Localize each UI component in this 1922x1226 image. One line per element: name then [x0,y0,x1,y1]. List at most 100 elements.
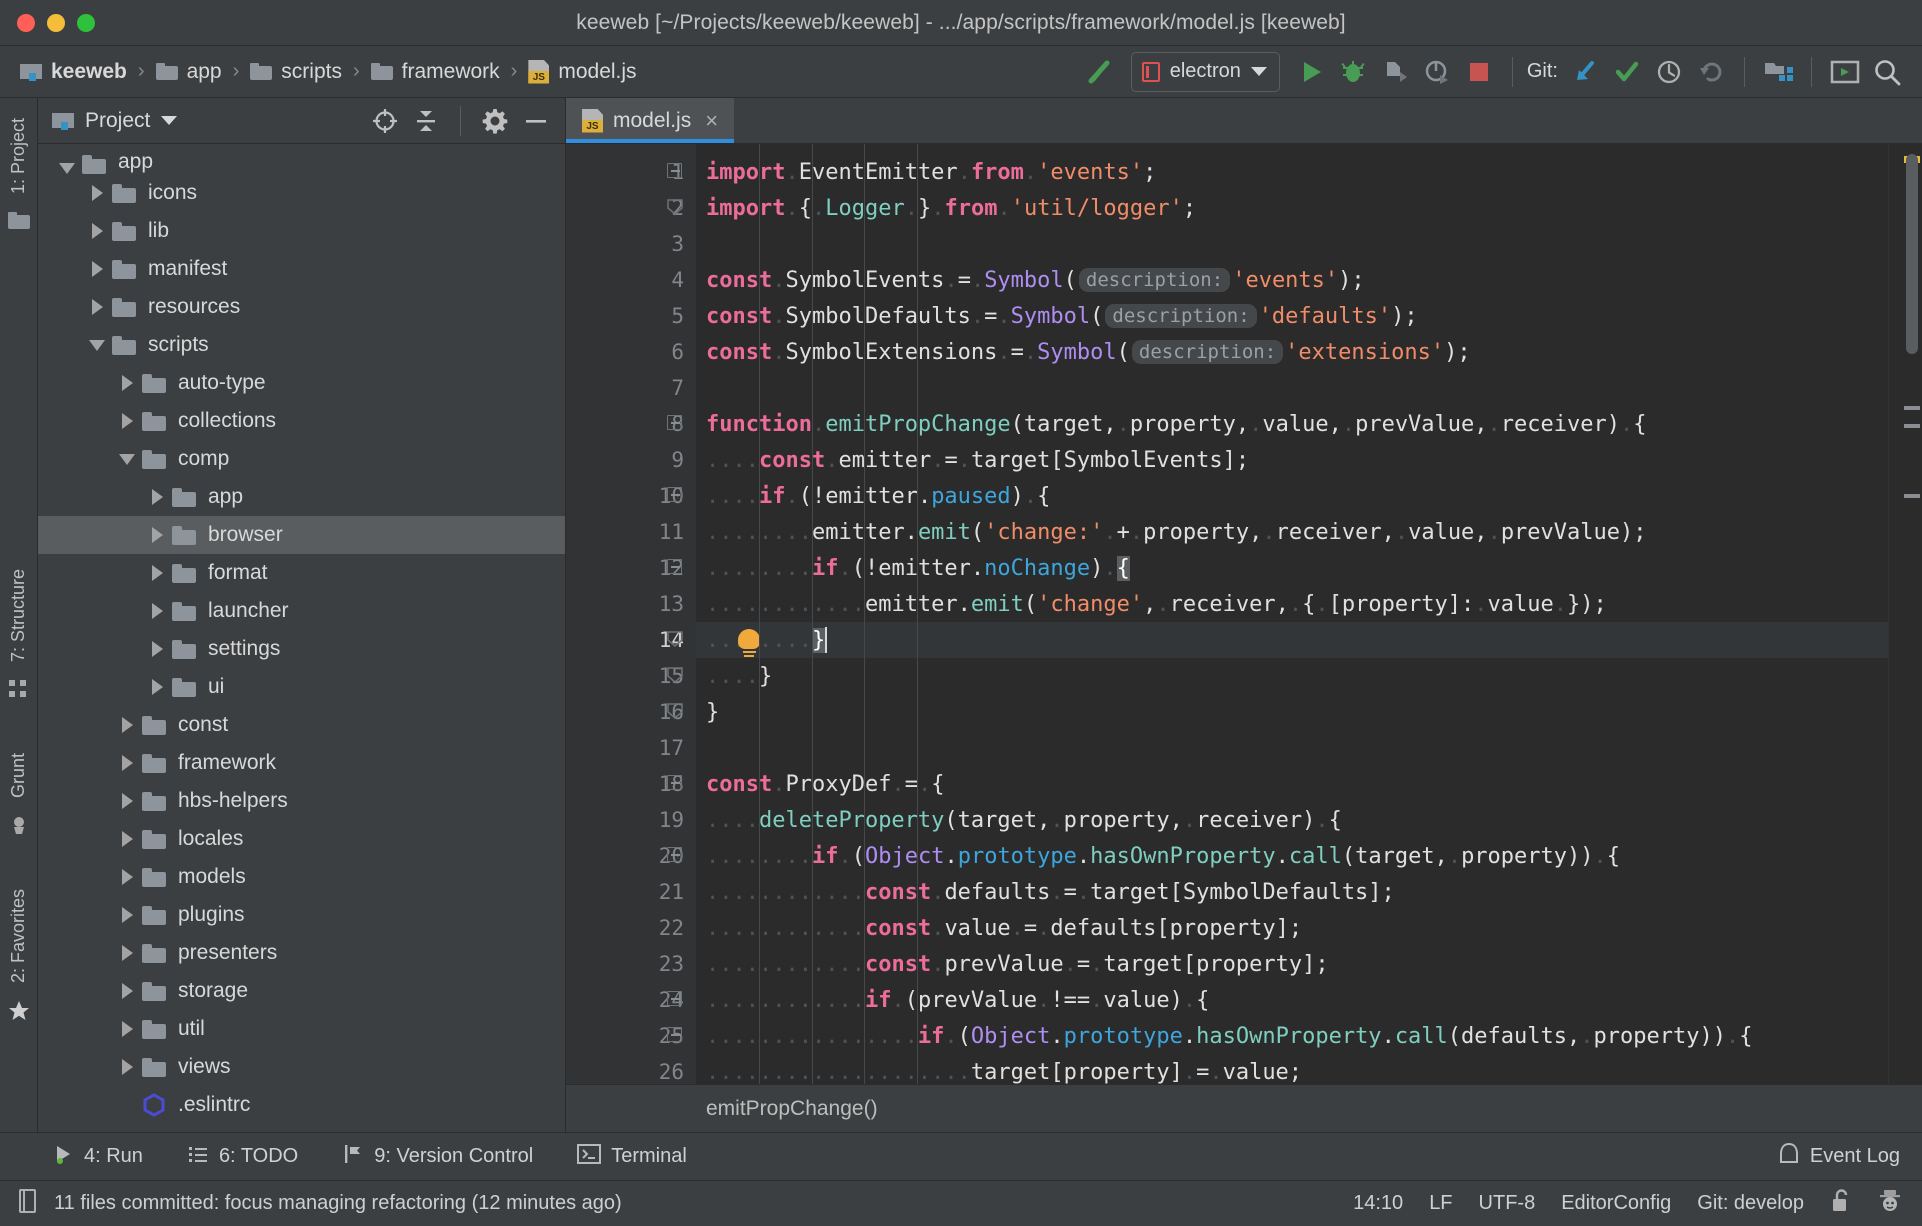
window-controls[interactable] [0,13,95,32]
chevron-right-icon[interactable] [142,489,172,505]
tree-item-models[interactable]: models [38,858,565,896]
code-line[interactable]: .... const. emitter. =. target[SymbolEvents]… [696,442,1888,478]
git-update-project-icon[interactable] [1564,51,1606,93]
tree-item-auto-type[interactable]: auto-type [38,364,565,402]
breadcrumb-item-scripts[interactable]: scripts [246,57,346,87]
notification-icon[interactable] [16,1188,40,1220]
code-line[interactable]: ............ const. prevValue. =. target[pro… [696,946,1888,982]
chevron-right-icon[interactable] [82,185,112,201]
project-structure-icon[interactable] [1757,51,1799,93]
git-branch-widget[interactable]: Git: develop [1697,1192,1804,1215]
code-line[interactable]: .................... target[property]. =. v… [696,1054,1888,1085]
tree-item-browser[interactable]: browser [38,516,565,554]
chevron-right-icon[interactable] [82,261,112,277]
line-separator[interactable]: LF [1429,1192,1452,1215]
code-line[interactable] [696,730,1888,766]
collapse-all-icon[interactable] [411,106,441,136]
build-hammer-icon[interactable] [1079,51,1121,93]
fold-expanded-icon[interactable] [667,487,685,505]
tool-window-run[interactable]: 4: Run [52,1143,165,1171]
project-tree[interactable]: app icons lib manifest resources scripts auto-… [38,144,565,1132]
tree-item-hbs-helpers[interactable]: hbs-helpers [38,782,565,820]
tree-item-resources[interactable]: resources [38,288,565,326]
terminal-icon[interactable] [1824,51,1866,93]
editor-breadcrumb[interactable]: emitPropChange() [566,1084,1922,1132]
breadcrumb-item-app[interactable]: app [152,57,226,87]
minimize-window-button[interactable] [47,13,65,32]
editor-marker-scrollbar[interactable] [1888,144,1922,1084]
tool-window-todo[interactable]: 6: TODO [187,1143,320,1171]
file-encoding[interactable]: UTF-8 [1479,1192,1536,1215]
stop-icon[interactable] [1458,51,1500,93]
status-message[interactable]: 11 files committed: focus managing refac… [54,1192,622,1215]
breadcrumb-item-keeweb[interactable]: keeweb [16,57,131,87]
fold-expanded-icon[interactable] [667,1027,685,1045]
hide-panel-icon[interactable] [521,106,551,136]
chevron-right-icon[interactable] [112,793,142,809]
run-with-coverage-icon[interactable] [1374,51,1416,93]
tab-model-js[interactable]: JS model.js × [566,98,735,143]
chevron-right-icon[interactable] [142,603,172,619]
caret-position[interactable]: 14:10 [1353,1192,1403,1215]
code-line[interactable]: } [696,694,1888,730]
tree-item-ui[interactable]: ui [38,668,565,706]
chevron-down-icon[interactable] [82,339,112,351]
fold-expanded-icon[interactable] [667,775,685,793]
chevron-right-icon[interactable] [112,907,142,923]
sidebar-item-favorites[interactable]: 2: Favorites [6,879,31,993]
code-line[interactable]: ............ if. (prevValue. !==. value).{ [696,982,1888,1018]
tree-item-locales[interactable]: locales [38,820,565,858]
run-icon[interactable] [1290,51,1332,93]
code-style-indicator[interactable]: EditorConfig [1561,1192,1671,1215]
chevron-right-icon[interactable] [142,527,172,543]
tree-item-presenters[interactable]: presenters [38,934,565,972]
tree-item--eslintrc[interactable]: .eslintrc [38,1086,565,1124]
chevron-down-icon[interactable] [52,163,82,174]
select-opened-file-icon[interactable] [370,106,400,136]
tree-item-app[interactable]: app [38,144,565,174]
tree-item-manifest[interactable]: manifest [38,250,565,288]
chevron-right-icon[interactable] [112,717,142,733]
tool-window-version-control[interactable]: 9: Version Control [342,1143,555,1171]
fold-end-icon[interactable] [667,703,685,721]
code-line[interactable]: const. SymbolDefaults. =. Symbol(descriptio… [696,298,1888,334]
hector-inspector-icon[interactable] [1878,1188,1902,1220]
tree-item-app[interactable]: app [38,478,565,516]
chevron-down-icon[interactable] [161,116,178,125]
chevron-right-icon[interactable] [112,1059,142,1075]
tree-item-views[interactable]: views [38,1048,565,1086]
tree-item-format[interactable]: format [38,554,565,592]
code-line[interactable]: ............ const. defaults. =. target[Symb… [696,874,1888,910]
search-everywhere-icon[interactable] [1866,51,1908,93]
chevron-right-icon[interactable] [112,375,142,391]
code-content[interactable]: import. EventEmitter. from.'events'; import… [696,144,1888,1084]
chevron-right-icon[interactable] [112,869,142,885]
fold-end-icon[interactable] [667,631,685,649]
settings-gear-icon[interactable] [480,106,510,136]
fold-expanded-icon[interactable] [667,163,685,181]
code-line[interactable]: const. SymbolEvents. =. Symbol(description:… [696,262,1888,298]
tree-item-settings[interactable]: settings [38,630,565,668]
chevron-right-icon[interactable] [112,831,142,847]
chevron-right-icon[interactable] [112,413,142,429]
tree-item-framework[interactable]: framework [38,744,565,782]
unlocked-padlock-icon[interactable] [1830,1188,1852,1220]
intention-bulb-icon[interactable] [738,629,760,657]
code-line[interactable]: import.{.Logger.}.from.'util/logger'; [696,190,1888,226]
fold-expanded-icon[interactable] [667,559,685,577]
git-history-icon[interactable] [1648,51,1690,93]
sidebar-item-structure[interactable]: 7: Structure [6,559,31,672]
code-line[interactable]: const. ProxyDef. =.{ [696,766,1888,802]
code-line[interactable]: ............emitter.emit('change',.recei… [696,586,1888,622]
tree-item-app-js[interactable]: JS app.js [38,1124,565,1132]
editor-gutter[interactable]: 1 2 3 4 5 6 7 8 9 10 11 12 13 14 15 16 17 18 19 20 21 22 23 24 2… [566,144,696,1084]
chevron-down-icon[interactable] [112,453,142,465]
tree-item-scripts[interactable]: scripts [38,326,565,364]
breadcrumb-item-model-js[interactable]: JS model.js [524,57,640,87]
fold-expanded-icon[interactable] [667,991,685,1009]
tree-item-launcher[interactable]: launcher [38,592,565,630]
profile-icon[interactable] [1416,51,1458,93]
sidebar-item-project[interactable]: 1: Project [6,108,31,204]
chevron-right-icon[interactable] [82,223,112,239]
fold-end-icon[interactable] [667,667,685,685]
